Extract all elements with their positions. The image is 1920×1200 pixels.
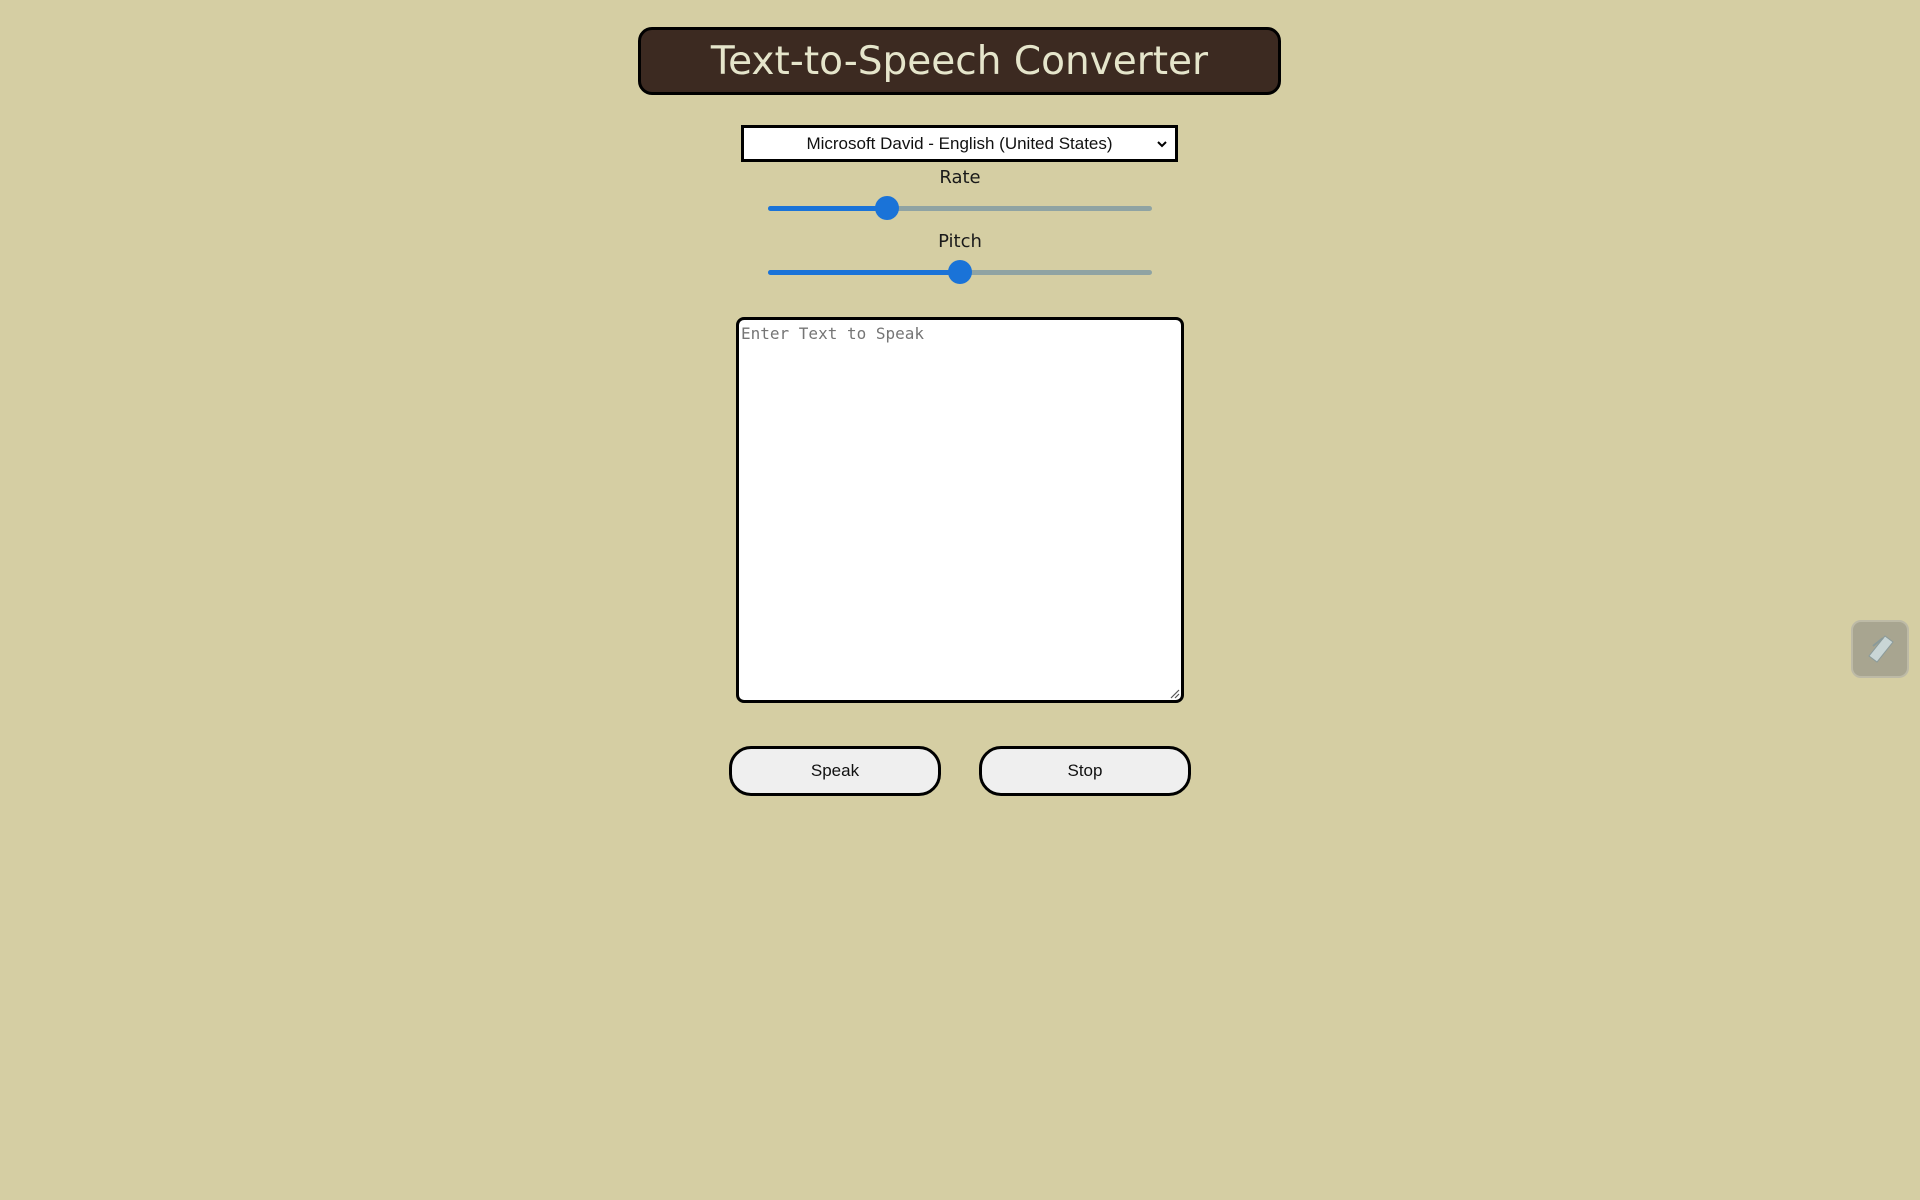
speak-button-label: Speak — [810, 761, 860, 780]
page-title: Text-to-Speech Converter — [710, 38, 1209, 84]
pitch-label: Pitch — [938, 231, 982, 252]
rate-slider[interactable] — [768, 196, 1152, 220]
pitch-slider-thumb[interactable] — [948, 260, 972, 284]
voice-select-value: Microsoft David - English (United States… — [806, 133, 1113, 153]
resize-grip-icon[interactable] — [1168, 687, 1180, 699]
speak-button[interactable]: Speak — [729, 746, 941, 796]
voice-select[interactable]: Microsoft David - English (United States… — [741, 125, 1178, 162]
extension-pen-icon — [1868, 635, 1894, 663]
stop-button[interactable]: Stop — [979, 746, 1191, 796]
rate-label: Rate — [939, 167, 981, 188]
chevron-down-icon — [1157, 140, 1167, 147]
pitch-slider[interactable] — [768, 260, 1152, 284]
extension-button[interactable] — [1851, 620, 1909, 678]
stop-button-label: Stop — [1067, 761, 1103, 780]
pitch-slider-fill — [768, 270, 960, 275]
rate-slider-thumb[interactable] — [875, 196, 899, 220]
text-input[interactable] — [736, 317, 1184, 703]
rate-slider-fill — [768, 206, 887, 211]
app-header: Text-to-Speech Converter — [638, 27, 1281, 95]
